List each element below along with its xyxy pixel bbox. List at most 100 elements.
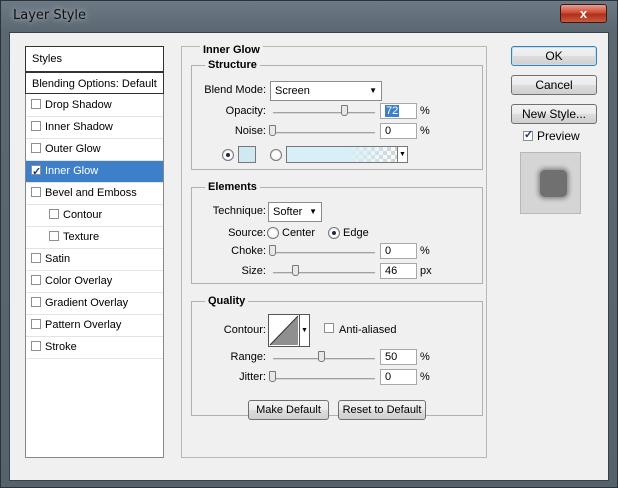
cancel-button[interactable]: Cancel bbox=[511, 75, 597, 95]
panel-title: Inner Glow bbox=[200, 44, 263, 56]
choke-slider-track[interactable] bbox=[273, 252, 375, 254]
preview-checkbox[interactable]: Preview bbox=[523, 128, 580, 143]
opacity-label: Opacity: bbox=[225, 105, 266, 117]
style-item-inner: Stroke bbox=[31, 341, 77, 353]
range-input[interactable]: 50 bbox=[380, 349, 417, 365]
technique-dropdown[interactable]: Softer ▼ bbox=[268, 202, 322, 222]
opacity-value: 72 bbox=[385, 105, 400, 117]
style-item-label: Satin bbox=[45, 253, 71, 265]
checkbox-icon[interactable] bbox=[31, 162, 41, 183]
checkbox-icon[interactable] bbox=[31, 99, 41, 109]
jitter-slider-thumb[interactable] bbox=[269, 371, 276, 382]
checkbox-icon[interactable] bbox=[31, 253, 41, 263]
style-item-inner: Bevel and Emboss bbox=[31, 187, 137, 199]
noise-input[interactable]: 0 bbox=[380, 123, 417, 139]
style-item-inner: Outer Glow bbox=[31, 143, 101, 155]
ok-button[interactable]: OK bbox=[511, 46, 597, 66]
choke-slider-thumb[interactable] bbox=[269, 245, 276, 256]
choke-label: Choke: bbox=[231, 245, 266, 257]
checkbox-icon[interactable] bbox=[49, 231, 59, 241]
style-item-color-overlay[interactable]: Color Overlay bbox=[26, 271, 163, 293]
style-item-label: Pattern Overlay bbox=[45, 319, 122, 331]
source-edge-label[interactable]: Edge bbox=[343, 227, 369, 239]
style-item-label: Bevel and Emboss bbox=[45, 187, 137, 199]
checkbox-icon[interactable] bbox=[31, 341, 41, 351]
style-item-texture[interactable]: Texture bbox=[26, 227, 163, 249]
style-item-gradient-overlay[interactable]: Gradient Overlay bbox=[26, 293, 163, 315]
gradient-picker[interactable]: ▼ bbox=[286, 146, 408, 163]
blend-mode-dropdown[interactable]: Screen ▼ bbox=[270, 81, 382, 101]
technique-label: Technique: bbox=[212, 205, 266, 217]
size-slider-thumb[interactable] bbox=[292, 265, 299, 276]
style-item-inner-glow[interactable]: Inner Glow bbox=[26, 161, 163, 183]
blend-mode-label: Blend Mode: bbox=[204, 84, 266, 96]
preview-swatch bbox=[540, 170, 567, 197]
contour-picker[interactable]: ▼ bbox=[268, 314, 310, 347]
checkbox-icon[interactable] bbox=[31, 319, 41, 329]
checkbox-icon[interactable] bbox=[31, 121, 41, 131]
checkbox-icon[interactable] bbox=[31, 297, 41, 307]
style-item-drop-shadow[interactable]: Drop Shadow bbox=[26, 95, 163, 117]
chevron-down-icon: ▼ bbox=[309, 207, 317, 216]
quality-title: Quality bbox=[205, 295, 249, 307]
source-center-label[interactable]: Center bbox=[282, 227, 315, 239]
source-edge-radio[interactable] bbox=[328, 227, 340, 239]
style-item-label: Inner Shadow bbox=[45, 121, 113, 133]
new-style-button[interactable]: New Style... bbox=[511, 104, 597, 124]
glow-color-swatch[interactable] bbox=[238, 146, 256, 163]
style-item-inner-shadow[interactable]: Inner Shadow bbox=[26, 117, 163, 139]
checkbox-icon[interactable] bbox=[31, 143, 41, 153]
chevron-down-icon[interactable]: ▼ bbox=[397, 147, 407, 162]
style-item-inner: Pattern Overlay bbox=[31, 319, 121, 331]
style-item-label: Drop Shadow bbox=[45, 99, 112, 111]
opacity-slider-track[interactable] bbox=[273, 112, 375, 114]
style-item-inner: Drop Shadow bbox=[31, 99, 112, 111]
close-button[interactable]: x bbox=[560, 4, 607, 23]
checkbox-icon[interactable] bbox=[49, 209, 59, 219]
chevron-down-icon[interactable]: ▼ bbox=[299, 315, 309, 346]
style-item-satin[interactable]: Satin bbox=[26, 249, 163, 271]
opacity-slider-thumb[interactable] bbox=[341, 105, 348, 116]
technique-value: Softer bbox=[273, 206, 303, 218]
checkbox-icon[interactable] bbox=[31, 275, 41, 285]
preview-label: Preview bbox=[537, 129, 580, 143]
checkbox-icon bbox=[523, 128, 533, 141]
size-slider-track[interactable] bbox=[273, 272, 375, 274]
style-item-contour[interactable]: Contour bbox=[26, 205, 163, 227]
gradient-radio[interactable] bbox=[270, 149, 282, 161]
structure-title: Structure bbox=[205, 59, 260, 71]
style-item-stroke[interactable]: Stroke bbox=[26, 337, 163, 359]
anti-aliased-checkbox[interactable] bbox=[324, 323, 338, 335]
style-item-outer-glow[interactable]: Outer Glow bbox=[26, 139, 163, 161]
styles-header[interactable]: Styles bbox=[25, 46, 164, 72]
blending-options-item[interactable]: Blending Options: Default bbox=[25, 72, 164, 94]
title-bar[interactable]: Layer Style x bbox=[1, 1, 618, 33]
style-item-label: Outer Glow bbox=[45, 143, 101, 155]
style-item-bevel-and-emboss[interactable]: Bevel and Emboss bbox=[26, 183, 163, 205]
size-input[interactable]: 46 bbox=[380, 263, 417, 279]
make-default-button[interactable]: Make Default bbox=[248, 400, 329, 420]
size-label: Size: bbox=[241, 265, 266, 277]
layer-style-window: Layer Style x Styles Blending Options: D… bbox=[0, 0, 618, 488]
color-radio[interactable] bbox=[222, 149, 234, 161]
style-item-inner: Color Overlay bbox=[31, 275, 112, 287]
noise-slider-thumb[interactable] bbox=[269, 125, 276, 136]
opacity-input[interactable]: 72 bbox=[380, 103, 417, 119]
reset-to-default-button[interactable]: Reset to Default bbox=[338, 400, 426, 420]
chevron-down-icon: ▼ bbox=[369, 86, 377, 95]
checkbox-icon[interactable] bbox=[31, 187, 41, 197]
noise-slider-track[interactable] bbox=[273, 132, 375, 134]
jitter-input[interactable]: 0 bbox=[380, 369, 417, 385]
opacity-unit: % bbox=[420, 105, 430, 117]
source-center-radio[interactable] bbox=[267, 227, 279, 239]
range-slider-thumb[interactable] bbox=[318, 351, 325, 362]
blend-mode-value: Screen bbox=[275, 85, 310, 97]
jitter-slider-track[interactable] bbox=[273, 378, 375, 380]
jitter-label: Jitter: bbox=[239, 371, 266, 383]
style-item-label: Stroke bbox=[45, 341, 77, 353]
choke-input[interactable]: 0 bbox=[380, 243, 417, 259]
elements-title: Elements bbox=[205, 181, 260, 193]
contour-label: Contour: bbox=[223, 324, 266, 336]
style-item-pattern-overlay[interactable]: Pattern Overlay bbox=[26, 315, 163, 337]
anti-aliased-label[interactable]: Anti-aliased bbox=[339, 324, 396, 336]
